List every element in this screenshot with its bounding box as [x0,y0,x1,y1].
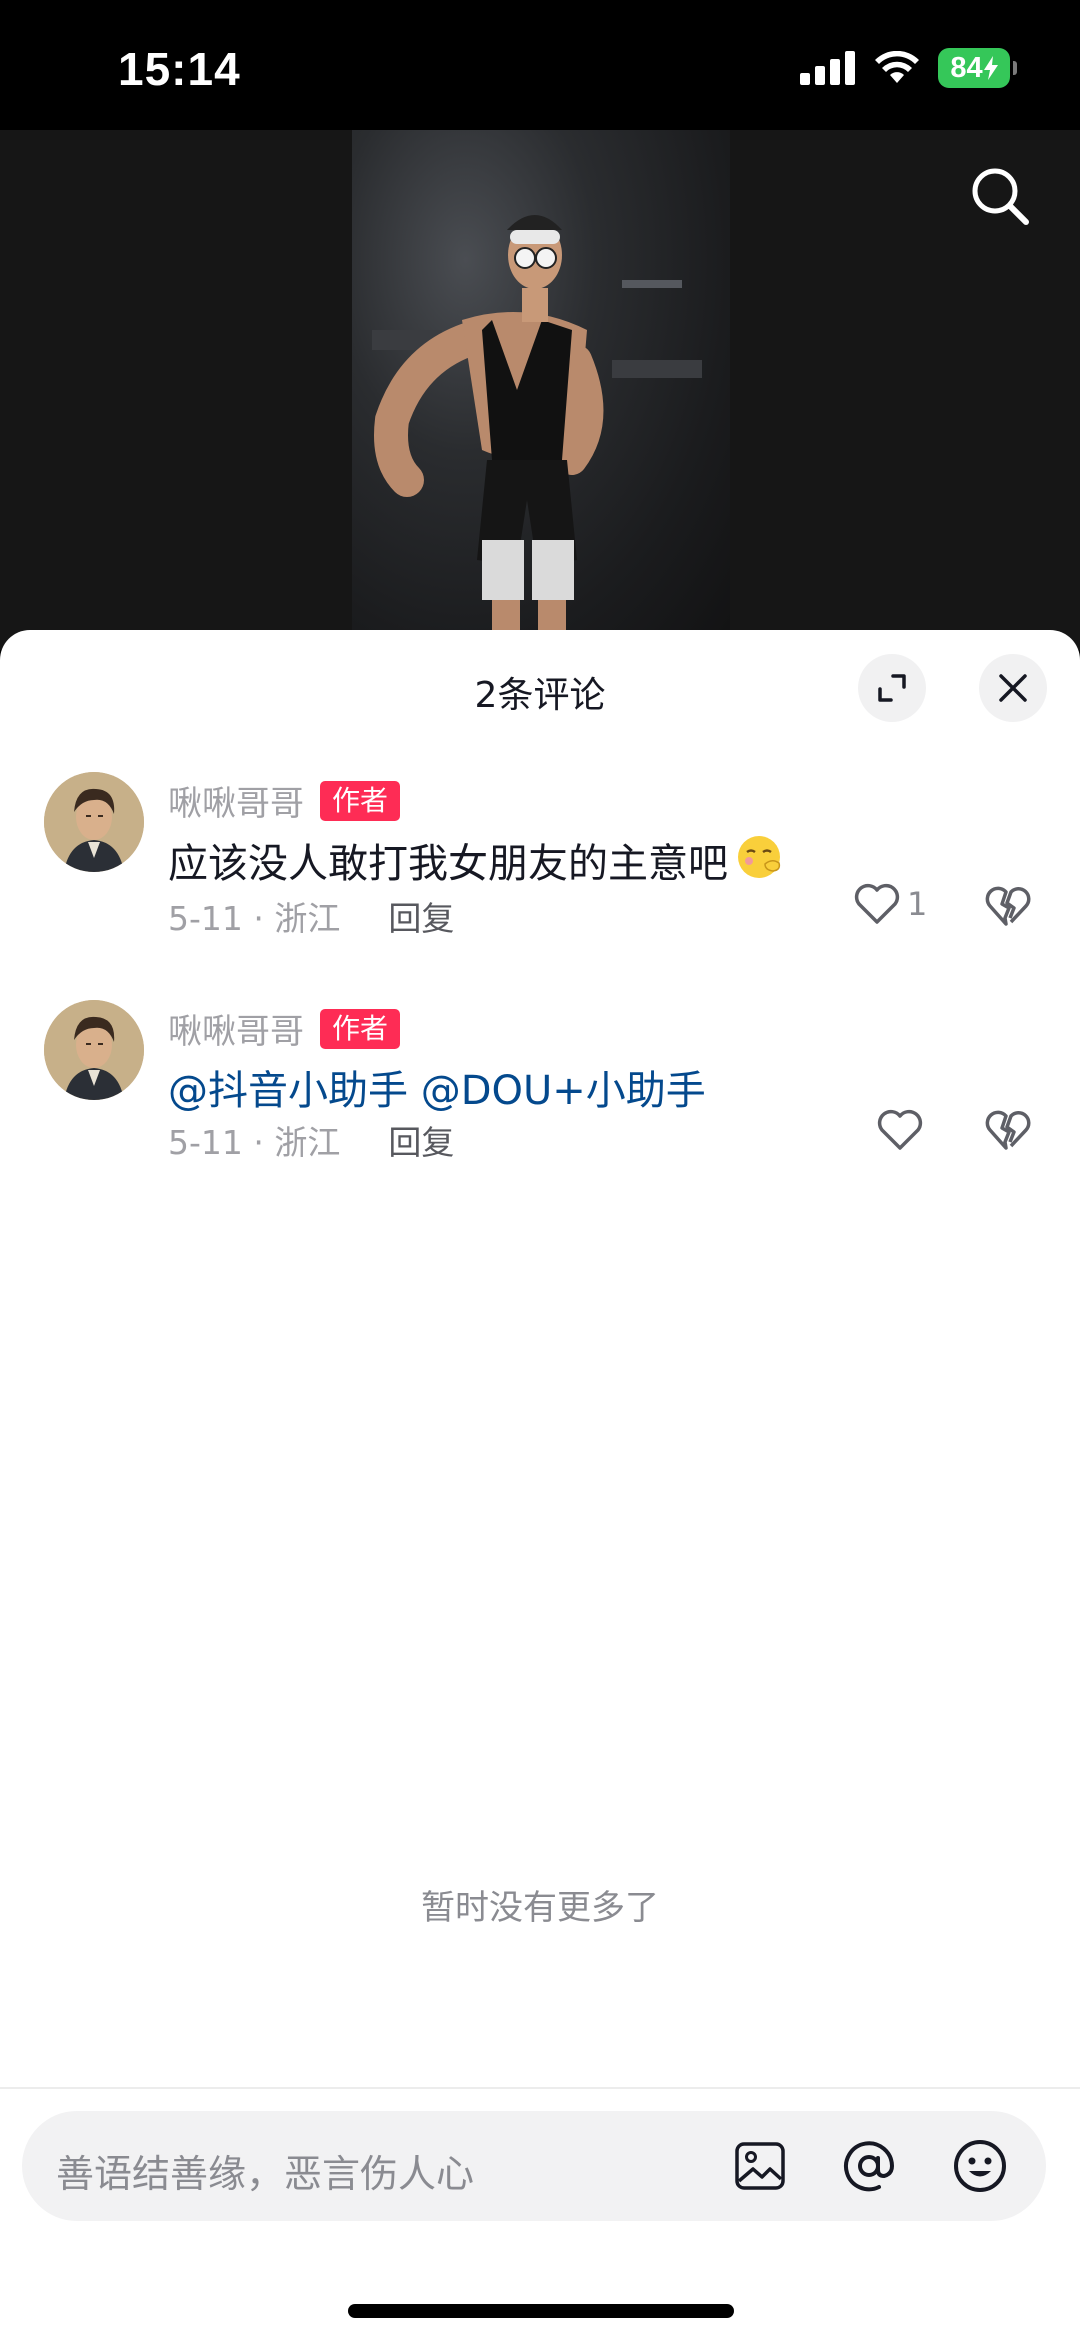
avatar-image [44,1000,144,1100]
heart-icon [854,883,900,924]
battery-level: 84 [950,51,983,84]
video-area[interactable] [0,130,1080,650]
comment-sheet: 2条评论 啾啾哥哥 作者 应该没人敢打我女朋友的主意吧 5-11 · 浙江 回复… [0,630,1080,2337]
username-row: 啾啾哥哥 作者 [168,776,401,825]
image-icon [735,2142,785,2190]
battery-icon: 84 [938,48,1017,88]
heart-icon [877,1109,923,1150]
image-button[interactable] [730,2136,790,2196]
comment-input-bar: 善语结善缘，恶言伤人心 [0,2087,1080,2337]
date-location: 5-11 · 浙江 [168,1123,341,1162]
emoji-button[interactable] [950,2136,1010,2196]
broken-heart-icon [985,886,1031,926]
close-icon [999,674,1027,702]
username[interactable]: 啾啾哥哥 [168,776,304,825]
username-row: 啾啾哥哥 作者 [168,1004,401,1053]
cellular-signal-icon [800,51,855,85]
search-icon [972,168,1029,225]
date-location: 5-11 · 浙江 [168,899,341,938]
like-count: 1 [907,885,928,923]
comment-meta: 5-11 · 浙江 回复 [168,892,454,940]
at-sign-icon [844,2141,895,2192]
author-badge: 作者 [320,780,401,821]
no-more-comments: 暂时没有更多了 [421,1888,659,1928]
comment-text-content: 应该没人敢打我女朋友的主意吧 [168,841,728,887]
like-button[interactable]: 1 [853,882,927,926]
comment-mentions[interactable]: @抖音小助手 @DOU+小助手 [168,1058,706,1116]
expand-icon [878,674,906,702]
video-thumbnail[interactable] [352,130,730,650]
reply-button[interactable]: 回复 [388,1116,454,1164]
wifi-icon [875,51,919,83]
video-person-image [372,215,702,650]
comment-input[interactable]: 善语结善缘，恶言伤人心 [22,2111,1046,2221]
close-button[interactable] [979,654,1047,722]
emoji-icon [732,830,790,890]
comment-meta: 5-11 · 浙江 回复 [168,1116,454,1164]
comment-input-placeholder: 善语结善缘，恶言伤人心 [56,2152,475,2196]
expand-button[interactable] [858,654,926,722]
status-icons: 84 [800,48,1017,88]
comment-text: 应该没人敢打我女朋友的主意吧 [168,830,790,890]
avatar[interactable] [44,1000,144,1100]
dislike-button[interactable] [984,884,1032,932]
status-bar: 15:14 84 [0,0,1080,130]
mention-button[interactable] [839,2136,899,2196]
avatar-image [44,772,144,872]
dislike-button[interactable] [984,1108,1032,1156]
username[interactable]: 啾啾哥哥 [168,1004,304,1053]
reply-button[interactable]: 回复 [388,892,454,940]
status-time: 15:14 [118,43,241,95]
search-button[interactable] [960,156,1040,236]
author-badge: 作者 [320,1008,401,1049]
like-button[interactable] [876,1108,930,1152]
charging-bolt-icon [983,56,998,80]
home-indicator [348,2304,734,2318]
smiley-icon [954,2140,1006,2192]
broken-heart-icon [985,1110,1031,1150]
avatar[interactable] [44,772,144,872]
